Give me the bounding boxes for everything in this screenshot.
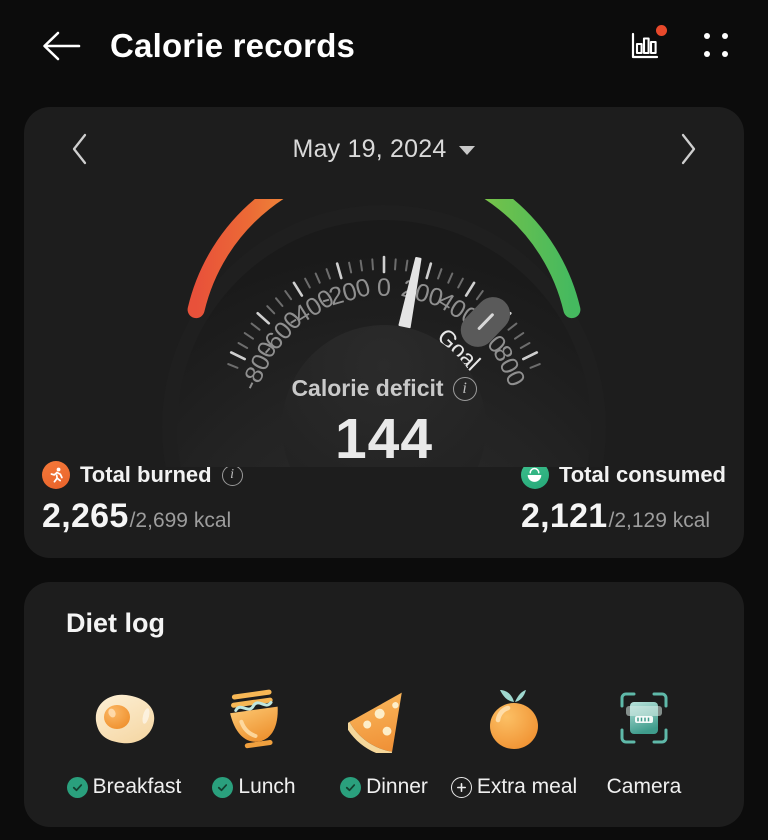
meal-label: Camera [606, 775, 682, 798]
totals-row: Total burned i 2,265 /2,699 kcal Total c… [24, 461, 744, 536]
meal-label: Dinner [366, 775, 428, 798]
check-icon [340, 776, 362, 798]
meal-item-breakfast[interactable]: Breakfast [60, 679, 188, 799]
total-consumed-block[interactable]: Total consumed 2,121 /2,129 kcal [520, 461, 726, 536]
chart-button[interactable] [622, 23, 668, 69]
gauge-minor-tick [404, 259, 409, 272]
noodle-bowl-icon [190, 679, 318, 757]
next-day-button[interactable] [666, 127, 710, 171]
grid-menu-icon [704, 33, 730, 59]
fried-egg-icon [60, 679, 188, 757]
total-consumed-value-row: 2,121 /2,129 kcal [521, 497, 726, 536]
calorie-deficit-gauge: -800-600-400-2000200400600800 Goal Calor… [124, 199, 644, 471]
total-consumed-value: 2,121 [520, 497, 608, 535]
diet-log-title: Diet log [66, 608, 165, 638]
total-burned-block[interactable]: Total burned i 2,265 /2,699 kcal [42, 461, 243, 536]
meal-label: Extra meal [476, 775, 578, 798]
more-options-button[interactable] [694, 23, 740, 69]
meal-item-camera[interactable]: Camera [580, 679, 708, 799]
meal-item-dinner[interactable]: Dinner [320, 679, 448, 799]
diet-log-card: Diet log Breakfast Lunch Dinner Extra me… [24, 582, 744, 827]
app-bar-actions [622, 23, 740, 69]
gauge-minor-tick [394, 258, 397, 271]
gauge-tick-label: 0 [377, 274, 391, 302]
meal-status-extra-meal: Extra meal [450, 775, 578, 799]
calorie-summary-card: May 19, 2024 -800 -600 -400 -200 0 200 4… [24, 107, 744, 558]
info-icon[interactable]: i [221, 464, 243, 486]
food-scan-icon [580, 679, 708, 757]
date-label: May 19, 2024 [292, 134, 447, 163]
date-selector[interactable]: May 19, 2024 [102, 135, 666, 164]
check-icon [66, 776, 88, 798]
previous-day-button[interactable] [58, 127, 102, 171]
pizza-slice-icon [320, 679, 448, 757]
app-bar: Calorie records [0, 0, 768, 92]
meal-item-lunch[interactable]: Lunch [190, 679, 318, 799]
bar-chart-icon [631, 32, 659, 59]
total-burned-value: 2,265 [42, 497, 129, 535]
meal-item-extra-meal[interactable]: Extra meal [450, 679, 578, 799]
meal-status-dinner: Dinner [340, 775, 428, 799]
gauge-svg: -800-600-400-2000200400600800 Goal [162, 199, 606, 467]
chevron-down-icon [459, 146, 476, 155]
total-burned-target: /2,699 kcal [129, 509, 232, 532]
meal-label: Breakfast [92, 775, 182, 798]
gauge-minor-tick [371, 258, 374, 271]
page-title: Calorie records [110, 27, 356, 64]
arrow-left-icon [43, 31, 81, 61]
plus-icon [450, 776, 472, 798]
notification-dot-icon [656, 25, 667, 36]
orange-fruit-icon [450, 679, 578, 757]
meal-label: Lunch [238, 775, 296, 798]
chevron-left-icon [72, 133, 87, 165]
total-burned-value-row: 2,265 /2,699 kcal [42, 497, 243, 536]
total-consumed-target: /2,129 kcal [608, 509, 711, 532]
meal-list: Breakfast Lunch Dinner Extra meal Camera [24, 679, 744, 799]
gauge-minor-tick [359, 259, 364, 272]
check-icon [212, 776, 234, 798]
meal-status-lunch: Lunch [212, 775, 296, 799]
running-person-icon [42, 461, 70, 489]
chevron-right-icon [681, 133, 696, 165]
meal-status-breakfast: Breakfast [66, 775, 182, 799]
date-navigator: May 19, 2024 [24, 107, 744, 191]
meal-status-camera: Camera [607, 775, 682, 799]
back-button[interactable] [34, 19, 88, 73]
